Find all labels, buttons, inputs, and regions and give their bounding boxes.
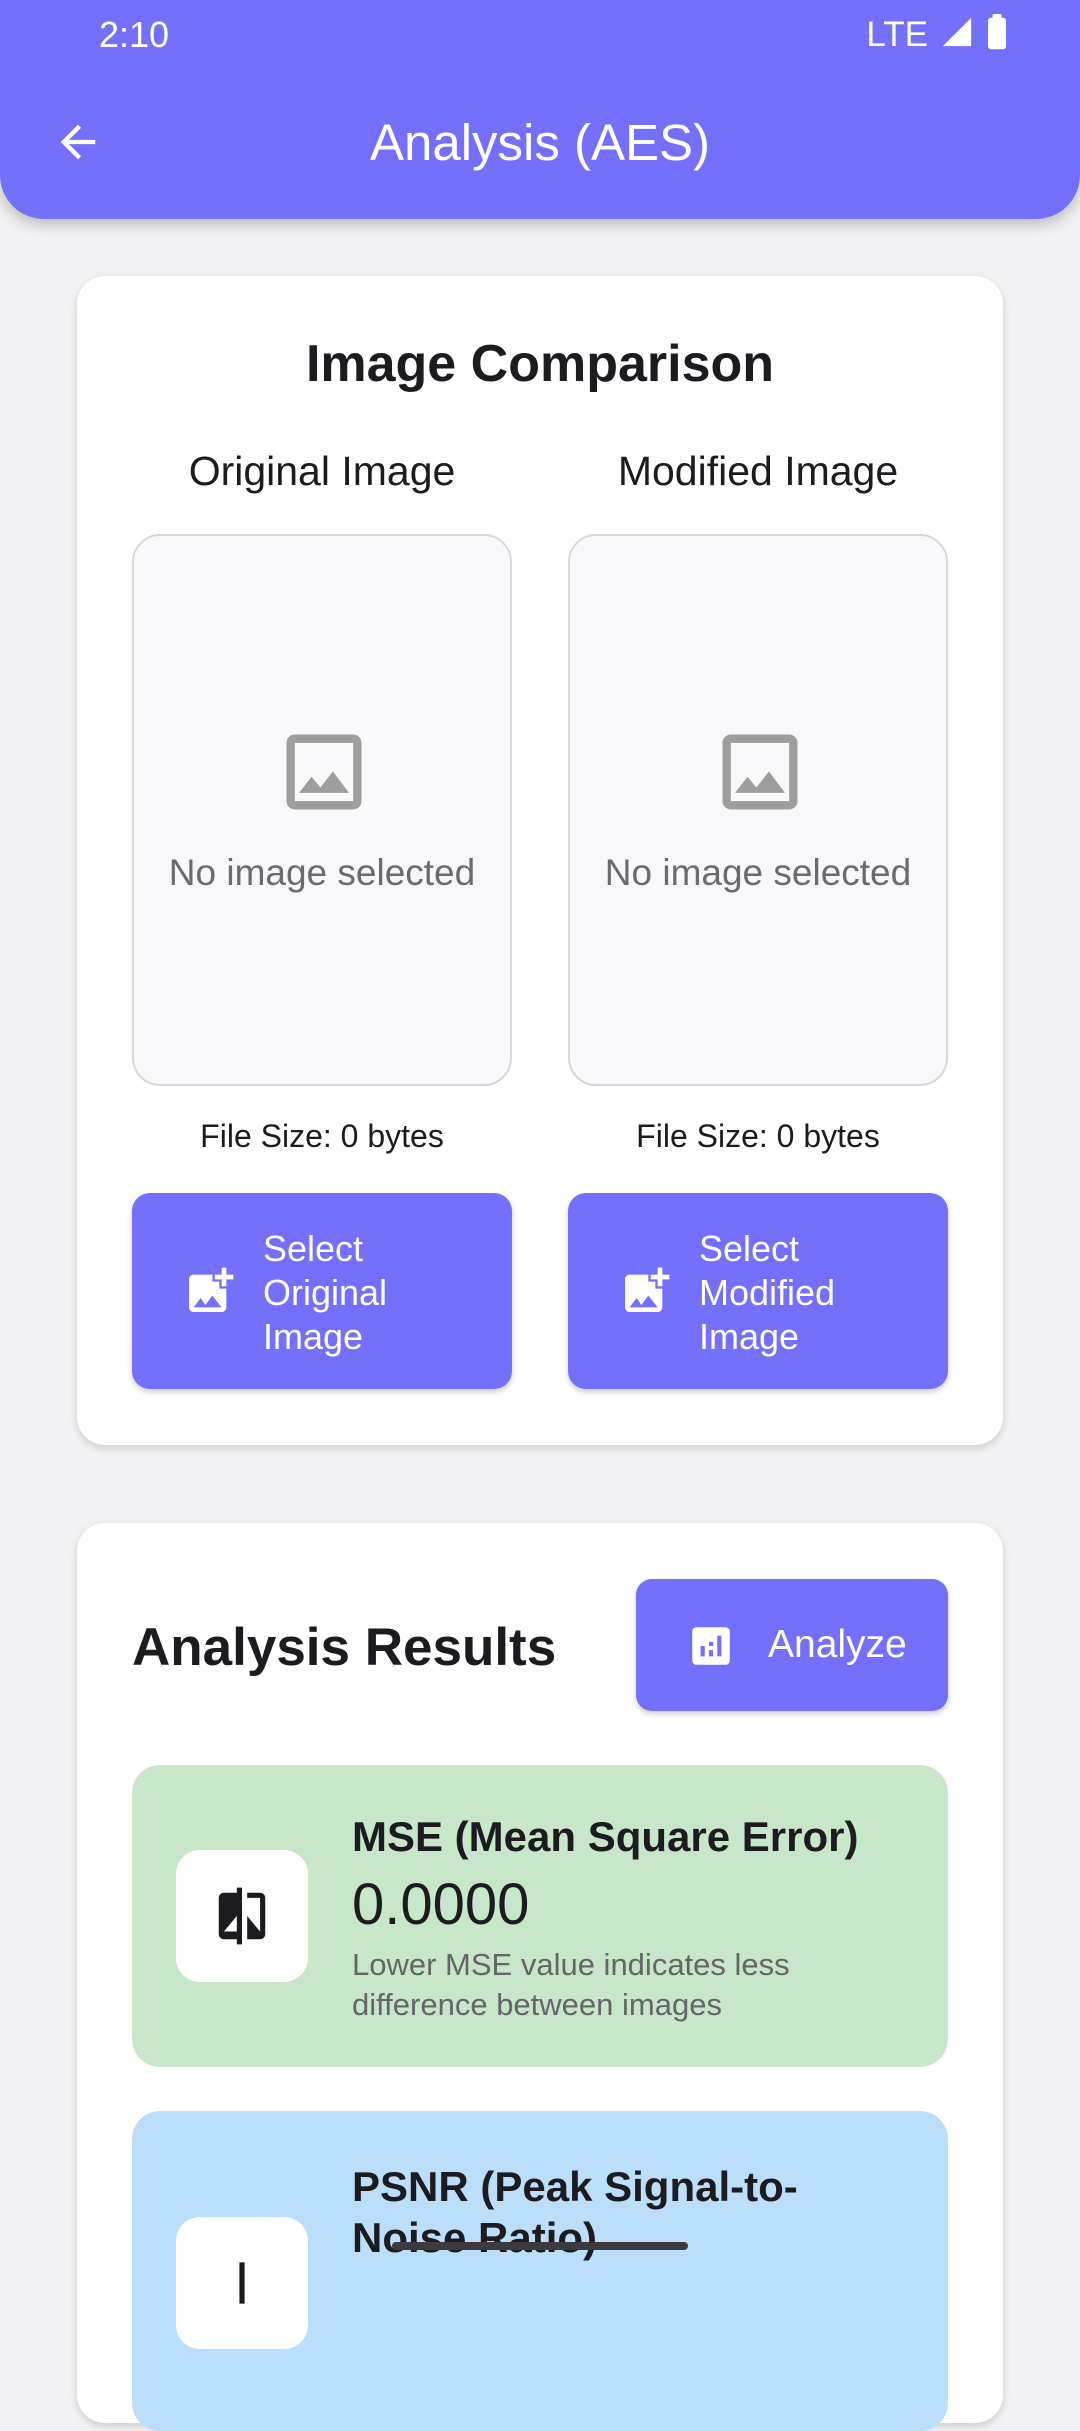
status-time: 2:10 [99,14,170,55]
psnr-metric-card: PSNR (Peak Signal-to-Noise Ratio) [132,2111,948,2431]
mse-value: 0.0000 [352,1872,530,1937]
home-indicator[interactable] [392,2242,688,2250]
add-photo-icon [625,1267,670,1312]
no-image-text: No image selected [168,852,476,893]
signal-icon [940,15,974,54]
original-file-size: File Size: 0 bytes [200,1118,444,1154]
battery-icon [986,14,1008,55]
analyze-label: Analyze [768,1623,907,1666]
app-bar: 2:10 LTE Analysis (AES) [0,0,1080,219]
mse-name: MSE (Mean Square Error) [352,1813,859,1860]
original-image-preview: No image selected [132,534,512,1086]
mse-metric-card: MSE (Mean Square Error) 0.0000 Lower MSE… [132,1765,948,2067]
status-icons: LTE [866,14,1008,55]
page-title: Analysis (AES) [369,114,711,171]
no-image-text: No image selected [604,852,912,893]
modified-image-label: Modified Image [617,448,899,494]
add-photo-icon [189,1267,234,1312]
bar-chart-icon [692,1627,730,1665]
signal-bars-icon [239,2262,245,2304]
select-original-label: Select Original Image [263,1228,388,1357]
results-title: Analysis Results [132,1618,557,1677]
modified-file-size: File Size: 0 bytes [636,1118,880,1154]
mse-icon-box [176,1850,308,1982]
image-placeholder-icon [286,734,362,810]
compare-icon [218,1887,266,1945]
analyze-button[interactable]: Analyze [636,1579,948,1711]
image-comparison-card: Image Comparison Original Image Modified… [77,276,1003,1445]
modified-image-preview: No image selected [568,534,948,1086]
select-original-image-button[interactable]: Select Original Image [132,1193,512,1389]
mse-description: Lower MSE value indicates less differenc… [352,1947,790,2022]
select-modified-label: Select Modified Image [699,1228,836,1357]
comparison-title: Image Comparison [305,335,775,393]
analysis-results-card: Analysis Results Analyze MSE (Mean Squar… [77,1523,1003,2431]
original-image-label: Original Image [188,448,456,494]
select-modified-image-button[interactable]: Select Modified Image [568,1193,948,1389]
image-placeholder-icon [722,734,798,810]
psnr-icon-box [176,2217,308,2349]
network-label: LTE [866,14,928,54]
